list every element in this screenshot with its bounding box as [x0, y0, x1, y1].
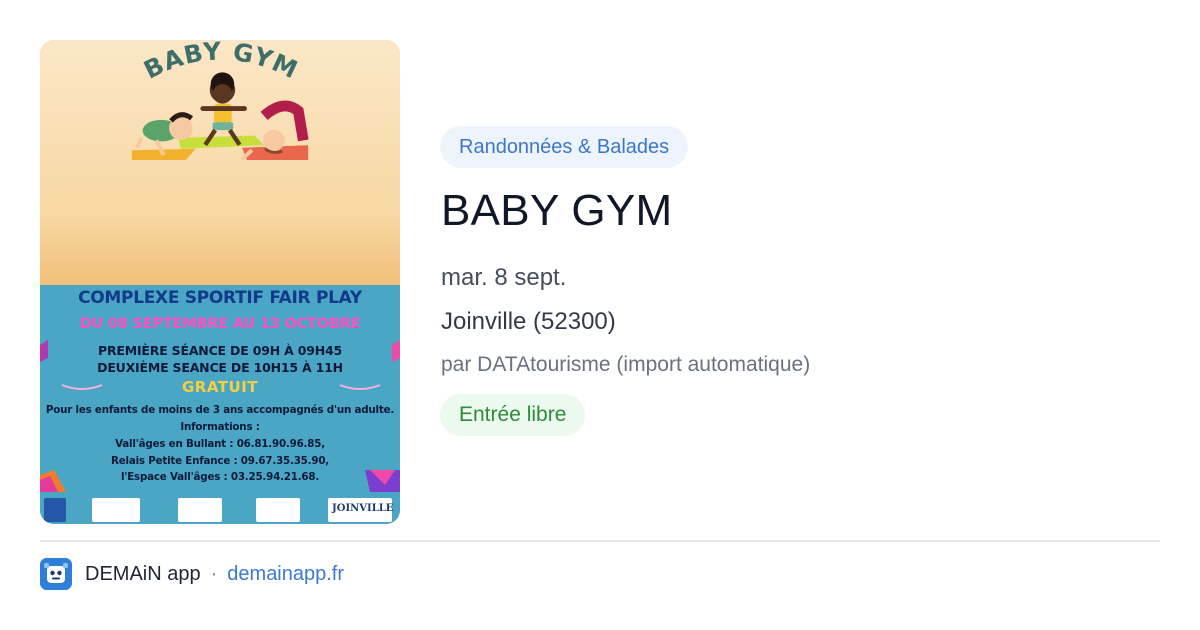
poster-decorations: [40, 340, 400, 495]
poster-session-2: DEUXIÈME SEANCE DE 10H15 À 11H: [97, 360, 343, 375]
poster-dates: DU 08 SEPTEMBRE AU 13 OCTOBRE: [79, 316, 361, 332]
poster-free-label: GRATUIT: [181, 378, 259, 396]
poster-info-line: Informations :: [180, 421, 260, 433]
partner-logo: [178, 498, 222, 522]
poster-info-line: Relais Petite Enfance : 09.67.35.35.90,: [110, 455, 329, 467]
event-location: Joinville (52300): [441, 308, 616, 335]
partner-logo: [92, 498, 140, 522]
price-badge: Entrée libre: [440, 394, 586, 436]
site-link[interactable]: demainapp.fr: [227, 563, 344, 586]
event-author: par DATAtourisme (import automatique): [441, 353, 811, 376]
poster-info-line: l'Espace Vall'âges : 03.25.94.21.68.: [120, 471, 320, 483]
partner-logo-joinville: JOINVILLE: [328, 498, 393, 522]
app-name: DEMAiN app: [85, 562, 201, 585]
poster-info-line: Vall'âges en Bullant : 06.81.90.96.85,: [115, 438, 325, 450]
partner-logo: [44, 498, 66, 522]
divider: [40, 540, 1160, 542]
poster-partner-logos: JOINVILLE: [40, 492, 400, 524]
poster-session-1: PREMIÈRE SÉANCE DE 09H À 09H45: [98, 343, 342, 358]
event-poster-image[interactable]: BABY GYM COMPLEXE SPORTIF FAIR PLAY DU 0…: [40, 40, 400, 524]
partner-logo: [256, 498, 300, 522]
event-date: mar. 8 sept.: [441, 264, 567, 291]
demain-app-icon: [40, 558, 72, 590]
footer: DEMAiN app · demainapp.fr: [40, 558, 344, 590]
poster-venue: COMPLEXE SPORTIF FAIR PLAY: [78, 288, 362, 308]
footer-separator: ·: [210, 562, 218, 585]
category-badge: Randonnées & Balades: [440, 126, 689, 168]
poster-info-line: Pour les enfants de moins de 3 ans accom…: [45, 404, 395, 416]
event-title: BABY GYM: [441, 186, 673, 235]
link-preview-card[interactable]: BABY GYM COMPLEXE SPORTIF FAIR PLAY DU 0…: [0, 0, 1200, 630]
